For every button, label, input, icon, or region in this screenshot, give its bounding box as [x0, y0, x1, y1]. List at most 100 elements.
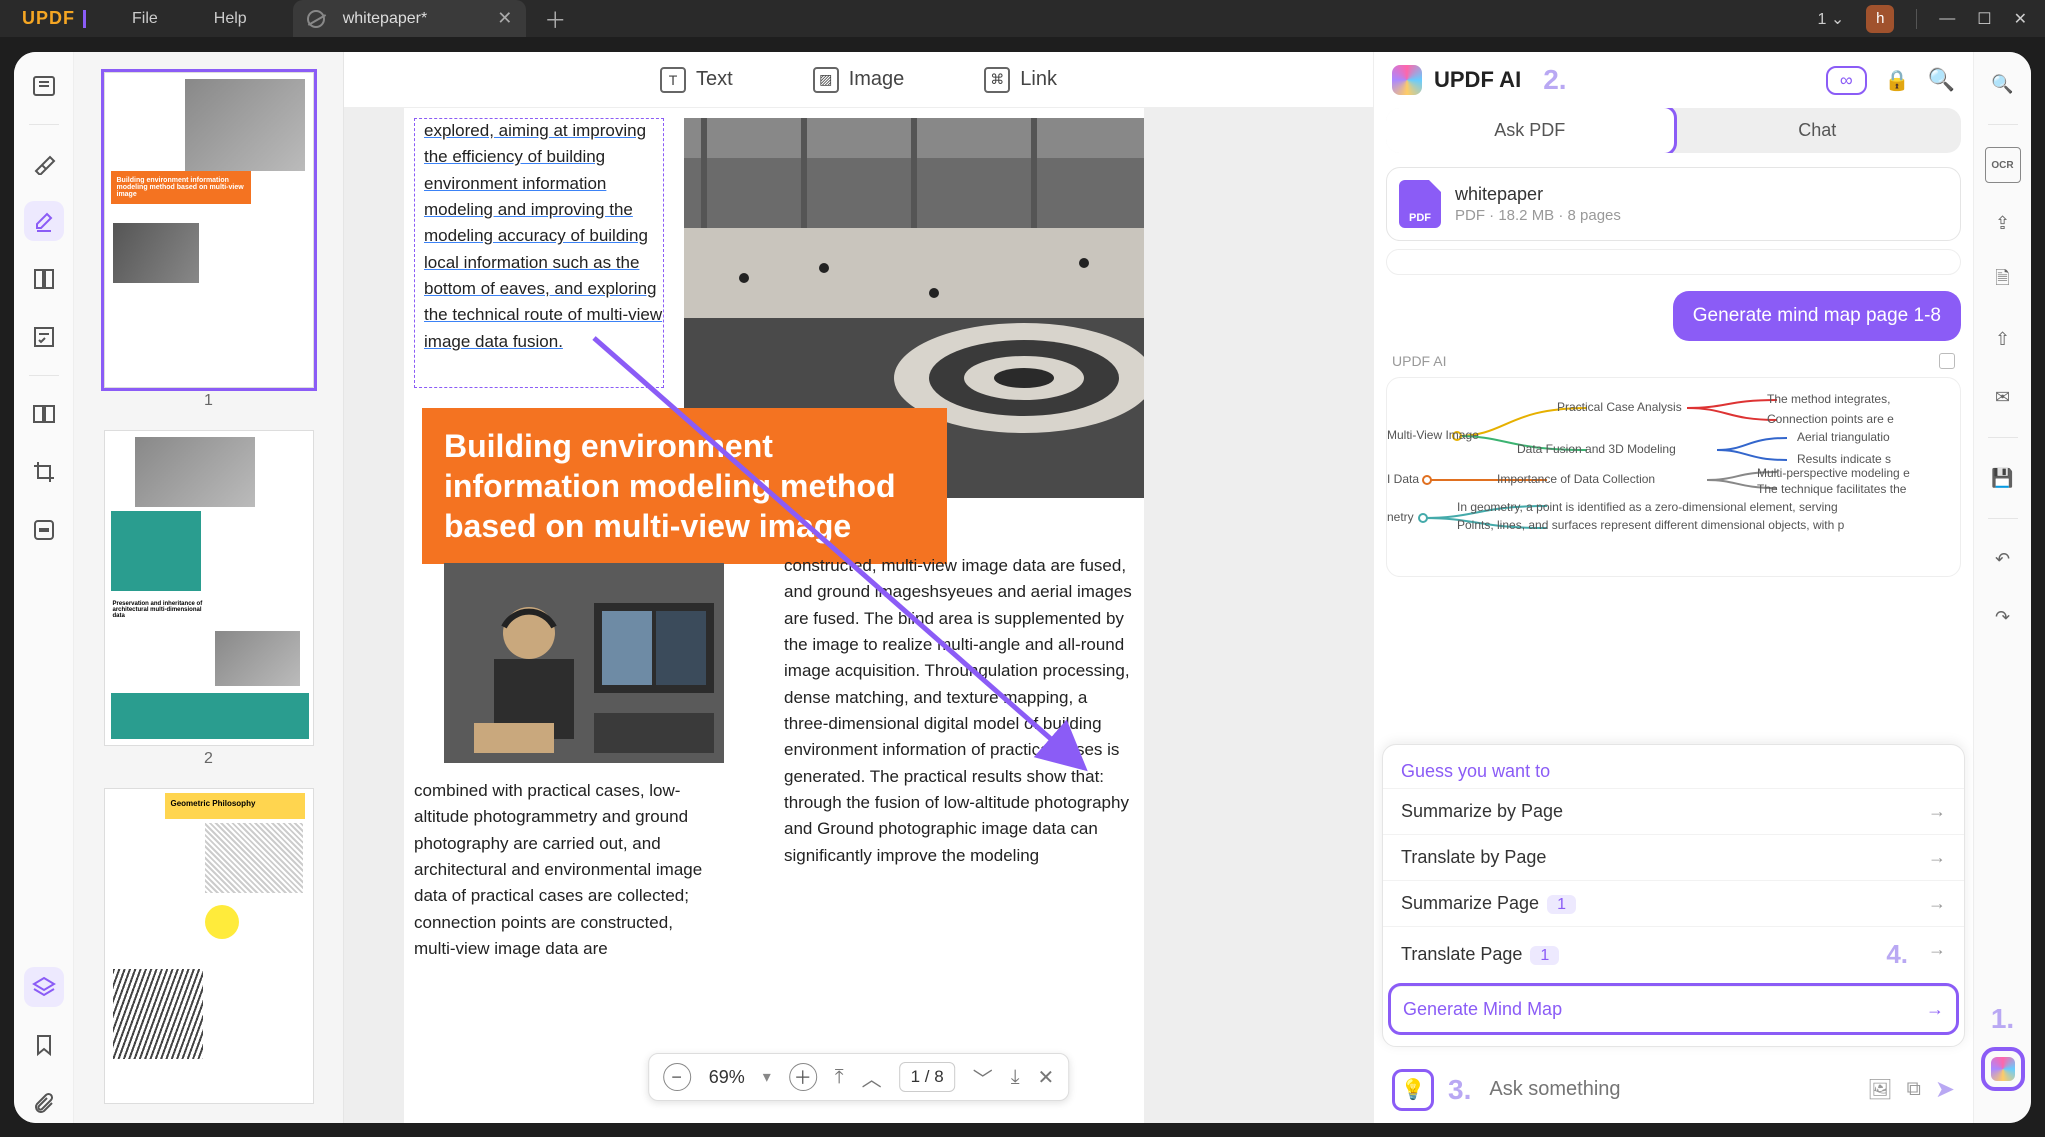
ai-response-label: UPDF AI — [1374, 347, 1973, 375]
suggestion-summarize-page[interactable]: Summarize Page1→ — [1383, 880, 1964, 926]
last-page-icon[interactable]: ⤓ — [1011, 1066, 1020, 1089]
left-tool-rail — [14, 52, 74, 1123]
close-window-icon[interactable]: ✕ — [2014, 9, 2027, 29]
edit-image-tab[interactable]: ▨Image — [813, 67, 905, 93]
close-tab-icon[interactable]: ✕ — [497, 8, 512, 29]
right-tool-rail: 🔍 OCR ⇪ 🗎 ⇧ ✉ 💾 ↶ ↷ 1. — [1973, 52, 2031, 1123]
suggestion-generate-mind-map[interactable]: Generate Mind Map→ — [1391, 986, 1956, 1032]
callout-3: 3. — [1448, 1074, 1471, 1106]
callout-1: 1. — [1991, 1003, 2014, 1035]
document-title[interactable]: Building environment information modelin… — [422, 408, 947, 564]
ocr-icon[interactable]: OCR — [1985, 147, 2021, 183]
arrow-right-icon: → — [1928, 847, 1946, 868]
mm-node: Results indicate s — [1797, 452, 1891, 466]
page-layout-icon[interactable] — [24, 259, 64, 299]
edit-text-icon[interactable] — [24, 201, 64, 241]
suggestion-translate-page[interactable]: Translate Page14.→ — [1383, 926, 1964, 982]
crop-attach-icon[interactable]: ⧉ — [1907, 1078, 1921, 1101]
next-page-icon[interactable]: ﹀ — [973, 1063, 993, 1092]
mm-node: Aerial triangulatio — [1797, 430, 1890, 444]
edit-mode-tabs: TText ▨Image ⌘Link — [344, 52, 1373, 108]
highlighter-icon[interactable] — [24, 143, 64, 183]
inline-image[interactable] — [444, 563, 724, 763]
upload-icon[interactable]: ⇧ — [1985, 321, 2021, 357]
mail-icon[interactable]: ✉ — [1985, 379, 2021, 415]
maximize-icon[interactable]: ☐ — [1977, 9, 1991, 29]
redo-icon[interactable]: ↷ — [1985, 599, 2021, 635]
add-tab-button[interactable]: ＋ — [526, 3, 584, 35]
minimize-icon[interactable]: — — [1939, 10, 1955, 28]
tab-chat[interactable]: Chat — [1674, 108, 1962, 153]
document-area: TText ▨Image ⌘Link explored, aiming at i… — [344, 52, 1373, 1123]
lock-icon[interactable]: 🔒 — [1885, 68, 1910, 93]
crop-icon[interactable] — [24, 452, 64, 492]
titlebar: UPDF File Help whitepaper* ✕ ＋ 1 ⌄ h — ☐… — [0, 0, 2045, 37]
search-page-icon[interactable]: 🔍 — [1985, 66, 2021, 102]
page-viewport[interactable]: explored, aiming at improving the effici… — [344, 108, 1373, 1123]
copy-icon[interactable] — [1939, 353, 1955, 369]
prev-page-icon[interactable]: ︿ — [862, 1063, 882, 1092]
zoom-in-button[interactable]: ＋ — [789, 1063, 817, 1091]
zoom-dropdown-icon[interactable]: ▾ — [763, 1067, 771, 1087]
thumb-number: 1 — [98, 392, 319, 410]
mm-node: The technique facilitates the — [1757, 482, 1906, 496]
tab-ask-pdf[interactable]: Ask PDF — [1386, 108, 1674, 153]
ai-launcher-icon[interactable] — [1985, 1051, 2021, 1087]
edit-text-tab[interactable]: TText — [660, 67, 733, 93]
page-thumbnail[interactable]: Geometric Philosophy — [104, 788, 314, 1104]
page-thumbnail[interactable]: Preservation and inheritance of architec… — [104, 430, 314, 746]
image-attach-icon[interactable]: 🖼 — [1867, 1077, 1892, 1102]
pdf-page[interactable]: explored, aiming at improving the effici… — [404, 108, 1144, 1123]
selected-paragraph[interactable]: explored, aiming at improving the effici… — [424, 118, 664, 355]
page-thumbnail[interactable]: Building environment information modelin… — [104, 72, 314, 388]
menu-help[interactable]: Help — [186, 10, 275, 28]
mm-node: Practical Case Analysis — [1557, 400, 1682, 414]
redact-icon[interactable] — [24, 510, 64, 550]
mm-node: netry — [1387, 510, 1414, 524]
layers-icon[interactable] — [24, 967, 64, 1007]
tab-count[interactable]: 1 ⌄ — [1817, 9, 1844, 29]
mindmap-preview[interactable]: Multi-View Image I Data netry Practical … — [1386, 377, 1961, 577]
text-icon: T — [660, 67, 686, 93]
body-paragraph[interactable]: combined with practical cases, low-altit… — [414, 778, 714, 962]
infinity-badge[interactable]: ∞ — [1826, 66, 1867, 95]
export-icon[interactable]: ⇪ — [1985, 205, 2021, 241]
mm-node: Importance of Data Collection — [1497, 472, 1655, 486]
undo-icon[interactable]: ↶ — [1985, 541, 2021, 577]
mm-node: I Data — [1387, 472, 1419, 486]
search-icon[interactable]: 🔍 — [1928, 67, 1955, 93]
user-message-bubble: Generate mind map page 1-8 — [1673, 291, 1961, 341]
send-icon[interactable]: ➤ — [1935, 1075, 1955, 1104]
page-number-input[interactable]: 1 / 8 — [900, 1062, 955, 1092]
thumbnail-panel[interactable]: Building environment information modelin… — [74, 52, 344, 1123]
compare-icon[interactable] — [24, 394, 64, 434]
menu-file[interactable]: File — [104, 10, 186, 28]
callout-4: 4. — [1886, 939, 1908, 970]
toolbar-strip — [1386, 249, 1961, 275]
close-toolbar-icon[interactable]: ✕ — [1038, 1065, 1055, 1090]
ai-mode-tabs: Ask PDF Chat — [1386, 108, 1961, 153]
zoom-out-button[interactable]: − — [663, 1063, 691, 1091]
mm-node: Multi-perspective modeling e — [1757, 466, 1910, 480]
user-avatar[interactable]: h — [1866, 5, 1894, 33]
body-paragraph[interactable]: constructed, multi-view image data are f… — [784, 553, 1134, 869]
tab-doc-icon — [307, 10, 325, 28]
suggestion-summarize-by-page[interactable]: Summarize by Page→ — [1383, 788, 1964, 834]
bookmark-icon[interactable] — [24, 1025, 64, 1065]
suggestion-translate-by-page[interactable]: Translate by Page→ — [1383, 834, 1964, 880]
save-icon[interactable]: 💾 — [1985, 460, 2021, 496]
share-file-icon[interactable]: 🗎 — [1985, 263, 2021, 299]
ai-prompt-input[interactable] — [1485, 1068, 1853, 1111]
ai-header: UPDF AI 2. ∞ 🔒 🔍 — [1374, 52, 1973, 108]
attached-file-card[interactable]: PDF whitepaper PDF · 18.2 MB · 8 pages — [1386, 167, 1961, 241]
first-page-icon[interactable]: ⤒ — [835, 1066, 844, 1089]
arrow-right-icon: → — [1928, 939, 1946, 970]
file-meta: PDF · 18.2 MB · 8 pages — [1455, 207, 1621, 224]
form-icon[interactable] — [24, 317, 64, 357]
attachment-icon[interactable] — [24, 1083, 64, 1123]
edit-link-tab[interactable]: ⌘Link — [984, 67, 1057, 93]
zoom-level: 69% — [709, 1067, 745, 1088]
lightbulb-suggestions-button[interactable]: 💡 — [1392, 1069, 1434, 1111]
reader-icon[interactable] — [24, 66, 64, 106]
document-tab[interactable]: whitepaper* ✕ — [293, 0, 527, 37]
